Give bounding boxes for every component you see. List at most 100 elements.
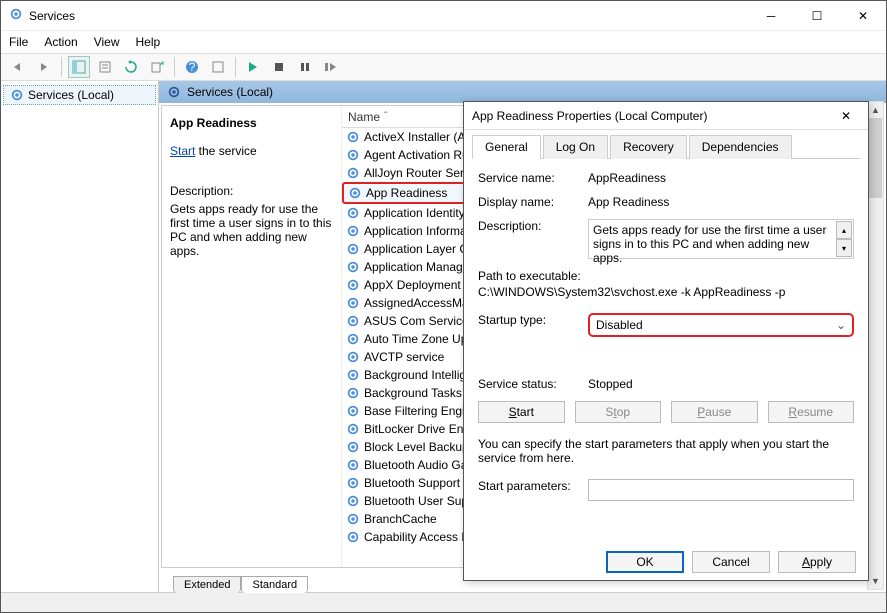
gear-icon bbox=[346, 166, 360, 180]
gear-icon bbox=[346, 332, 360, 346]
dialog-title: App Readiness Properties (Local Computer… bbox=[472, 109, 832, 123]
pause-button: Pause bbox=[671, 401, 758, 423]
start-parameters-input[interactable] bbox=[588, 479, 854, 501]
cancel-button[interactable]: Cancel bbox=[692, 551, 770, 573]
label-startup-type: Startup type: bbox=[478, 313, 588, 337]
resume-button: Resume bbox=[768, 401, 855, 423]
label-path: Path to executable: bbox=[478, 269, 854, 283]
dialog-tabs: General Log On Recovery Dependencies bbox=[472, 134, 860, 159]
help-button[interactable]: ? bbox=[181, 56, 203, 78]
gear-icon bbox=[346, 530, 360, 544]
dialog-titlebar: App Readiness Properties (Local Computer… bbox=[464, 102, 868, 130]
maximize-button[interactable]: ☐ bbox=[794, 1, 840, 31]
label-service-status: Service status: bbox=[478, 377, 588, 391]
description-label: Description: bbox=[170, 184, 333, 198]
tab-standard[interactable]: Standard bbox=[241, 576, 308, 593]
start-params-note: You can specify the start parameters tha… bbox=[478, 437, 854, 465]
show-hide-tree-button[interactable] bbox=[68, 56, 90, 78]
services-icon bbox=[9, 7, 23, 24]
close-button[interactable]: ✕ bbox=[840, 1, 886, 31]
gear-icon bbox=[346, 242, 360, 256]
gear-icon bbox=[346, 386, 360, 400]
gear-icon bbox=[167, 85, 181, 99]
scroll-up-icon[interactable]: ▲ bbox=[868, 102, 883, 118]
menu-bar: File Action View Help bbox=[1, 31, 886, 53]
scroll-down-icon[interactable]: ▼ bbox=[868, 573, 883, 589]
apply-button[interactable]: Apply bbox=[778, 551, 856, 573]
menu-help[interactable]: Help bbox=[136, 35, 161, 49]
gear-icon bbox=[10, 88, 24, 102]
sort-asc-icon: ˆ bbox=[384, 111, 387, 122]
description-spinner[interactable]: ▴▾ bbox=[836, 221, 852, 257]
status-bar bbox=[1, 592, 886, 612]
window-titlebar: Services ─ ☐ ✕ bbox=[1, 1, 886, 31]
tab-extended[interactable]: Extended bbox=[173, 576, 241, 593]
gear-icon bbox=[346, 314, 360, 328]
value-path: C:\WINDOWS\System32\svchost.exe -k AppRe… bbox=[478, 285, 854, 299]
tree-node-services-local[interactable]: Services (Local) bbox=[3, 85, 156, 105]
start-service-link[interactable]: Start bbox=[170, 144, 195, 158]
value-service-name: AppReadiness bbox=[588, 171, 854, 185]
vertical-scrollbar[interactable]: ▲ ▼ bbox=[867, 101, 884, 590]
tab-logon[interactable]: Log On bbox=[543, 135, 608, 159]
gear-icon bbox=[346, 458, 360, 472]
value-description: Gets apps ready for use the first time a… bbox=[588, 219, 854, 259]
startup-type-value: Disabled bbox=[596, 318, 643, 332]
gear-icon bbox=[346, 148, 360, 162]
start-button[interactable]: Start bbox=[478, 401, 565, 423]
ok-button[interactable]: OK bbox=[606, 551, 684, 573]
value-display-name: App Readiness bbox=[588, 195, 854, 209]
chevron-down-icon: ⌄ bbox=[836, 318, 846, 332]
refresh-button[interactable] bbox=[120, 56, 142, 78]
gear-icon bbox=[346, 494, 360, 508]
tab-general[interactable]: General bbox=[472, 135, 541, 159]
restart-service-button[interactable] bbox=[320, 56, 342, 78]
gear-icon bbox=[346, 368, 360, 382]
menu-action[interactable]: Action bbox=[44, 35, 77, 49]
service-name: AVCTP service bbox=[364, 350, 444, 364]
stop-service-button[interactable] bbox=[268, 56, 290, 78]
label-service-name: Service name: bbox=[478, 171, 588, 185]
minimize-button[interactable]: ─ bbox=[748, 1, 794, 31]
start-link-suffix: the service bbox=[195, 144, 256, 158]
gear-icon bbox=[346, 440, 360, 454]
svg-text:?: ? bbox=[189, 60, 196, 74]
service-name: BranchCache bbox=[364, 512, 437, 526]
gear-icon bbox=[346, 224, 360, 238]
gear-icon bbox=[346, 296, 360, 310]
label-display-name: Display name: bbox=[478, 195, 588, 209]
back-button[interactable] bbox=[7, 56, 29, 78]
help2-button[interactable] bbox=[207, 56, 229, 78]
description-text: Gets apps ready for use the first time a… bbox=[170, 202, 333, 258]
label-description: Description: bbox=[478, 219, 588, 259]
gear-icon bbox=[346, 476, 360, 490]
tree-node-label: Services (Local) bbox=[28, 88, 114, 102]
forward-button[interactable] bbox=[33, 56, 55, 78]
right-pane-title: Services (Local) bbox=[187, 85, 273, 99]
properties-button[interactable] bbox=[94, 56, 116, 78]
scroll-thumb[interactable] bbox=[869, 118, 882, 198]
detail-panel: App Readiness Start the service Descript… bbox=[162, 106, 342, 567]
start-service-button[interactable] bbox=[242, 56, 264, 78]
gear-icon bbox=[346, 278, 360, 292]
gear-icon bbox=[346, 260, 360, 274]
console-tree: Services (Local) bbox=[1, 81, 159, 592]
service-name: Application Identity bbox=[364, 206, 465, 220]
tab-recovery[interactable]: Recovery bbox=[610, 135, 687, 159]
service-name: ASUS Com Service bbox=[364, 314, 469, 328]
stop-button: Stop bbox=[575, 401, 662, 423]
menu-file[interactable]: File bbox=[9, 35, 28, 49]
gear-icon bbox=[348, 186, 362, 200]
properties-dialog: App Readiness Properties (Local Computer… bbox=[463, 101, 869, 581]
service-name: App Readiness bbox=[366, 186, 447, 200]
menu-view[interactable]: View bbox=[94, 35, 120, 49]
tab-dependencies[interactable]: Dependencies bbox=[689, 135, 792, 159]
export-button[interactable] bbox=[146, 56, 168, 78]
toolbar: ? bbox=[1, 53, 886, 81]
dialog-close-button[interactable]: ✕ bbox=[832, 102, 860, 130]
pause-service-button[interactable] bbox=[294, 56, 316, 78]
label-start-parameters: Start parameters: bbox=[478, 479, 588, 501]
selected-service-name: App Readiness bbox=[170, 116, 333, 130]
startup-type-select[interactable]: Disabled ⌄ bbox=[588, 313, 854, 337]
gear-icon bbox=[346, 422, 360, 436]
